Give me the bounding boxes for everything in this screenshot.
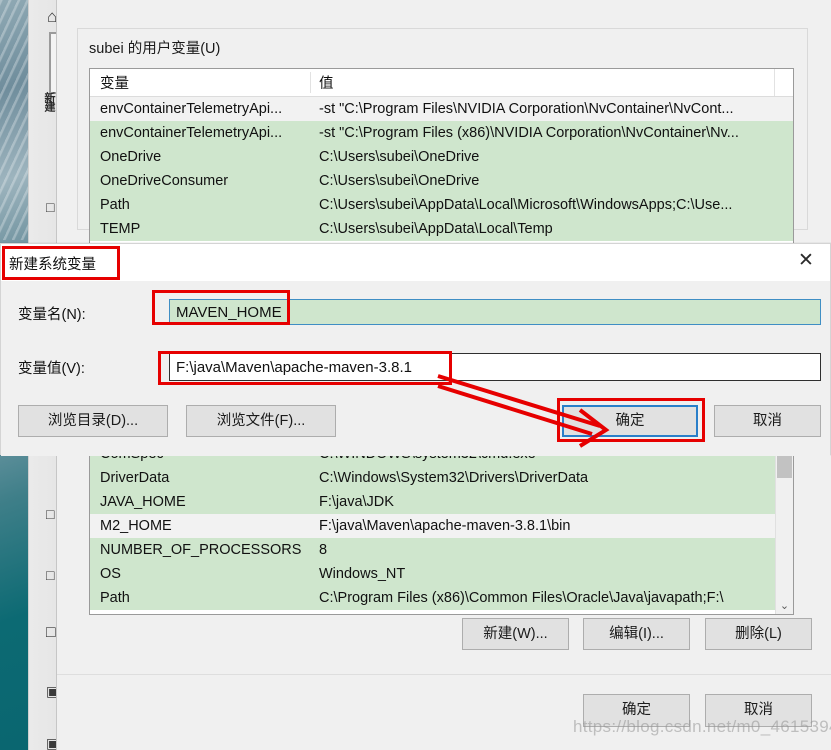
cell-value: C:\WINDOWS\system32\cmd.exe <box>311 456 793 462</box>
cell-value: C:\Users\subei\AppData\Local\Microsoft\W… <box>319 197 733 213</box>
cell-variable: envContainerTelemetryApi... <box>100 125 283 141</box>
dialog-cancel-button[interactable]: 取消 <box>714 405 821 437</box>
folder-icon[interactable]: □ <box>46 200 54 214</box>
folder-icon[interactable]: □ <box>46 568 54 582</box>
cell-value: C:\Users\subei\OneDrive <box>319 149 480 165</box>
column-header-value: 值 <box>319 76 334 92</box>
table-row[interactable]: ComSpec C:\WINDOWS\system32\cmd.exe <box>90 456 793 466</box>
folder-icon[interactable]: □ <box>46 625 56 641</box>
cell-value: F:\java\JDK <box>319 494 394 510</box>
variable-value-label: 变量值(V): <box>18 361 85 377</box>
edit-variable-button[interactable]: 编辑(I)... <box>583 618 690 650</box>
system-variables-table[interactable]: ComSpec C:\WINDOWS\system32\cmd.exe Driv… <box>89 455 794 615</box>
dialog-ok-button[interactable]: 确定 <box>562 405 698 437</box>
cell-value: C:\Users\subei\AppData\Local\Temp <box>319 221 553 237</box>
footer-divider <box>57 674 831 675</box>
cell-variable: M2_HOME <box>100 518 172 534</box>
dialog-body: 变量名(N): 变量值(V): 浏览目录(D)... 浏览文件(F)... 确定… <box>1 281 830 456</box>
cell-variable: ComSpec <box>90 456 311 462</box>
variable-value-input[interactable] <box>169 353 821 381</box>
dialog-title: 新建系统变量 <box>9 257 96 273</box>
dialog-title-bar[interactable]: 新建系统变量 ✕ <box>1 244 830 281</box>
cell-variable: NUMBER_OF_PROCESSORS <box>100 542 302 558</box>
explorer-vertical-label: 新建 <box>43 92 55 110</box>
cell-variable: OneDriveConsumer <box>100 173 229 189</box>
new-system-variable-dialog: 新建系统变量 ✕ 变量名(N): 变量值(V): 浏览目录(D)... 浏览文件… <box>0 243 831 456</box>
table-row[interactable]: Path C:\Program Files (x86)\Common Files… <box>90 586 793 610</box>
table-row[interactable]: JAVA_HOME F:\java\JDK <box>90 490 793 514</box>
system-table-scrollbar[interactable]: ⌄ <box>775 456 793 614</box>
cell-value: C:\Program Files (x86)\Common Files\Orac… <box>319 590 724 606</box>
table-row[interactable]: Path C:\Users\subei\AppData\Local\Micros… <box>90 193 793 217</box>
column-header-variable: 变量 <box>90 72 311 93</box>
folder-icon[interactable]: □ <box>46 507 54 521</box>
delete-variable-button[interactable]: 删除(L) <box>705 618 812 650</box>
table-row[interactable]: OS Windows_NT <box>90 562 793 586</box>
user-variables-table[interactable]: 变量 值 envContainerTelemetryApi... -st "C:… <box>89 68 794 246</box>
new-variable-button[interactable]: 新建(W)... <box>462 618 569 650</box>
cell-value: -st "C:\Program Files\NVIDIA Corporation… <box>319 101 734 117</box>
cell-value: -st "C:\Program Files (x86)\NVIDIA Corpo… <box>319 125 739 141</box>
cell-value: C:\Users\subei\OneDrive <box>319 173 480 189</box>
table-row[interactable]: DriverData C:\Windows\System32\Drivers\D… <box>90 466 793 490</box>
browse-file-button[interactable]: 浏览文件(F)... <box>186 405 336 437</box>
user-variables-group-title: subei 的用户变量(U) <box>83 37 227 58</box>
cell-variable: JAVA_HOME <box>100 494 186 510</box>
table-row[interactable]: envContainerTelemetryApi... -st "C:\Prog… <box>90 121 793 145</box>
cell-variable: envContainerTelemetryApi... <box>100 101 283 117</box>
cell-variable: OS <box>100 566 121 582</box>
cell-value: C:\Windows\System32\Drivers\DriverData <box>319 470 589 486</box>
system-table-body: ComSpec C:\WINDOWS\system32\cmd.exe Driv… <box>90 456 793 610</box>
cell-variable: Path <box>100 197 130 213</box>
table-row[interactable]: M2_HOME F:\java\Maven\apache-maven-3.8.1… <box>90 514 793 538</box>
cell-variable: DriverData <box>100 470 170 486</box>
watermark-text: https://blog.csdn.net/m0_46153949 <box>573 717 831 736</box>
cell-variable: Path <box>100 590 130 606</box>
cell-value: Windows_NT <box>319 566 406 582</box>
table-row[interactable]: TEMP C:\Users\subei\AppData\Local\Temp <box>90 217 793 241</box>
column-header-spacer <box>774 69 793 96</box>
cell-value: F:\java\Maven\apache-maven-3.8.1\bin <box>319 518 571 534</box>
cell-variable: TEMP <box>100 221 141 237</box>
browse-directory-button[interactable]: 浏览目录(D)... <box>18 405 168 437</box>
variable-name-input[interactable] <box>169 299 821 325</box>
table-row[interactable]: NUMBER_OF_PROCESSORS 8 <box>90 538 793 562</box>
cell-value: 8 <box>319 542 328 558</box>
variable-name-label: 变量名(N): <box>18 307 86 323</box>
scrollbar-thumb[interactable] <box>777 456 792 478</box>
table-row[interactable]: OneDrive C:\Users\subei\OneDrive <box>90 145 793 169</box>
table-row[interactable]: envContainerTelemetryApi... -st "C:\Prog… <box>90 97 793 121</box>
cell-variable: OneDrive <box>100 149 162 165</box>
user-table-header: 变量 值 <box>90 69 793 97</box>
table-row[interactable]: OneDriveConsumer C:\Users\subei\OneDrive <box>90 169 793 193</box>
user-table-body: envContainerTelemetryApi... -st "C:\Prog… <box>90 97 793 241</box>
close-icon[interactable]: ✕ <box>792 250 820 272</box>
chevron-down-icon[interactable]: ⌄ <box>776 600 793 612</box>
